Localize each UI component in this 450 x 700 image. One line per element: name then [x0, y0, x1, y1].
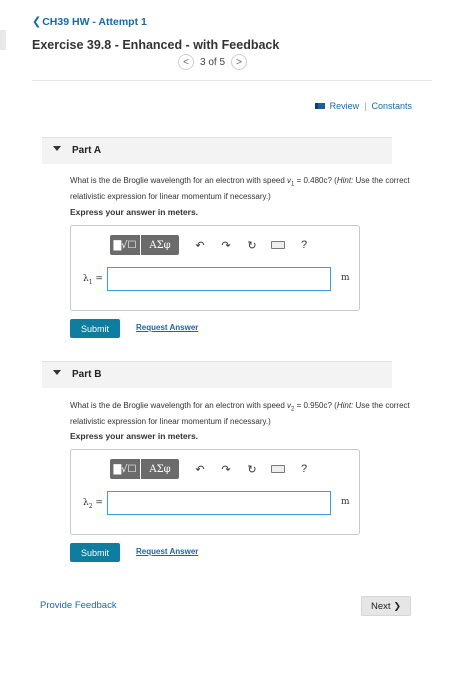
- greek-symbols-button[interactable]: ΑΣφ: [141, 459, 179, 479]
- equals-sign: =: [92, 274, 103, 284]
- review-link[interactable]: Review: [330, 101, 360, 111]
- resource-links: Review | Constants: [314, 101, 412, 111]
- part-a-instruction: Express your answer in meters.: [70, 207, 199, 217]
- part-b-instruction: Express your answer in meters.: [70, 431, 199, 441]
- hint-label: Hint:: [336, 401, 354, 410]
- collapse-triangle-icon: [53, 146, 61, 151]
- help-button[interactable]: ?: [291, 235, 317, 255]
- book-icon: [314, 103, 325, 109]
- question-text: What is the de Broglie wavelength for an…: [70, 401, 288, 410]
- undo-icon[interactable]: ↶: [187, 235, 213, 255]
- previous-item-button[interactable]: <: [178, 54, 194, 70]
- undo-icon[interactable]: ↶: [187, 459, 213, 479]
- answer-variable-label: λ1 =: [83, 274, 103, 286]
- reset-icon[interactable]: ↻: [239, 459, 265, 479]
- unit-label: m: [341, 273, 350, 283]
- constants-link[interactable]: Constants: [371, 101, 412, 111]
- header-divider: [32, 80, 432, 81]
- next-label: Next: [370, 600, 391, 612]
- back-link-label: CH39 HW - Attempt 1: [42, 16, 147, 28]
- pager: < 3 of 5 >: [178, 54, 248, 70]
- part-a-question: What is the de Broglie wavelength for an…: [70, 175, 415, 202]
- chevron-right-icon: ❯: [393, 600, 402, 611]
- math-toolbar: ▇√☐ ΑΣφ ↶ ↷ ↻ ?: [110, 458, 317, 480]
- page-title: Exercise 39.8 - Enhanced - with Feedback: [32, 38, 280, 52]
- keyboard-shortcuts-button[interactable]: [265, 235, 291, 255]
- left-edge-tab: [0, 30, 6, 50]
- templates-button[interactable]: ▇√☐: [110, 235, 140, 255]
- part-b-submit-button[interactable]: Submit: [70, 543, 120, 562]
- part-a-submit-button[interactable]: Submit: [70, 319, 120, 338]
- speed-value: = 0.950c? (: [294, 401, 337, 410]
- next-button[interactable]: Next ❯: [361, 596, 411, 616]
- help-button[interactable]: ?: [291, 459, 317, 479]
- part-a-header[interactable]: Part A: [42, 137, 392, 164]
- provide-feedback-link[interactable]: Provide Feedback: [40, 600, 117, 611]
- part-a-request-answer-link[interactable]: Request Answer: [136, 323, 198, 332]
- redo-icon[interactable]: ↷: [213, 235, 239, 255]
- collapse-triangle-icon: [53, 370, 61, 375]
- part-b-request-answer-link[interactable]: Request Answer: [136, 547, 198, 556]
- chevron-left-icon: ❮: [32, 16, 42, 28]
- greek-symbols-button[interactable]: ΑΣφ: [141, 235, 179, 255]
- keyboard-shortcuts-button[interactable]: [265, 459, 291, 479]
- part-b-header[interactable]: Part B: [42, 361, 392, 388]
- templates-button[interactable]: ▇√☐: [110, 459, 140, 479]
- unit-label: m: [341, 497, 350, 507]
- answer-variable-label: λ2 =: [83, 498, 103, 510]
- back-to-assignment-link[interactable]: ❮CH39 HW - Attempt 1: [32, 15, 147, 28]
- hint-label: Hint:: [336, 176, 354, 185]
- part-b-label: Part B: [72, 369, 102, 380]
- part-a-answer-box: ▇√☐ ΑΣφ ↶ ↷ ↻ ? λ1 = m: [70, 225, 360, 311]
- question-text: What is the de Broglie wavelength for an…: [70, 176, 288, 185]
- part-b-answer-box: ▇√☐ ΑΣφ ↶ ↷ ↻ ? λ2 = m: [70, 449, 360, 535]
- keyboard-icon: [271, 465, 285, 473]
- speed-value: = 0.480c? (: [294, 176, 337, 185]
- part-a-answer-input[interactable]: [107, 267, 331, 291]
- next-item-button[interactable]: >: [231, 54, 248, 70]
- math-toolbar: ▇√☐ ΑΣφ ↶ ↷ ↻ ?: [110, 234, 317, 256]
- part-b-answer-input[interactable]: [107, 491, 331, 515]
- keyboard-icon: [271, 241, 285, 249]
- part-b-question: What is the de Broglie wavelength for an…: [70, 400, 415, 427]
- link-separator: |: [364, 101, 367, 111]
- redo-icon[interactable]: ↷: [213, 459, 239, 479]
- reset-icon[interactable]: ↻: [239, 235, 265, 255]
- pager-text: 3 of 5: [200, 56, 226, 68]
- equals-sign: =: [92, 498, 103, 508]
- part-a-label: Part A: [72, 145, 102, 156]
